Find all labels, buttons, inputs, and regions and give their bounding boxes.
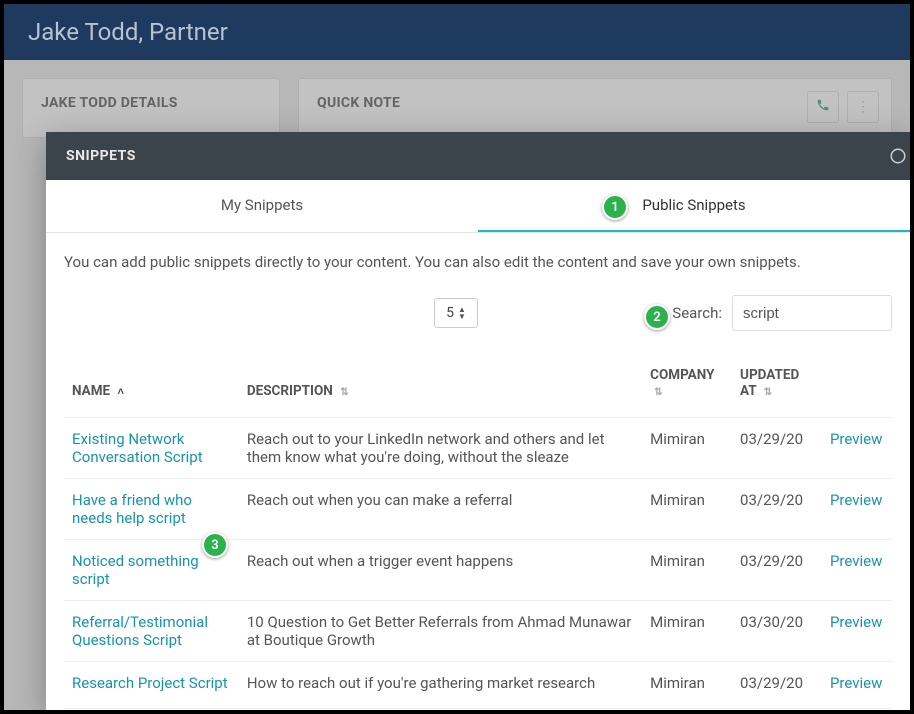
snippet-name-link[interactable]: Referral/Testimonial Questions Script (72, 613, 208, 649)
snippet-updated: 03/29/20 (732, 479, 822, 540)
page-size-select[interactable]: 5 ▲▼ (434, 298, 478, 328)
col-updated[interactable]: UPDATED AT ⇅ (732, 359, 822, 418)
snippet-company: Mimiran (642, 418, 732, 479)
annotation-badge-2: 2 (644, 304, 670, 330)
sort-icon: ⇅ (654, 389, 662, 397)
col-name[interactable]: NAME ˄ (64, 359, 239, 418)
table-row: Noticed something script Reach out when a… (64, 540, 892, 601)
table-row: Referral/Testimonial Questions Script 10 … (64, 601, 892, 662)
snippet-updated: 03/29/20 (732, 540, 822, 601)
table-controls: 5 ▲▼ Search: (64, 295, 892, 331)
snippets-table: NAME ˄ DESCRIPTION ⇅ COMPANY ⇅ UPDATED A… (64, 359, 892, 704)
close-icon (889, 147, 907, 165)
preview-link[interactable]: Preview (830, 430, 882, 448)
table-row: Research Project Script How to reach out … (64, 662, 892, 705)
tabs: My Snippets Public Snippets (46, 180, 910, 233)
snippet-updated: 03/30/20 (732, 601, 822, 662)
close-button[interactable] (886, 144, 910, 168)
modal-title: SNIPPETS (66, 148, 136, 164)
snippet-description: 10 Question to Get Better Referrals from… (239, 601, 642, 662)
snippet-name-link[interactable]: Have a friend who needs help script (72, 491, 192, 527)
preview-link[interactable]: Preview (830, 613, 882, 631)
col-description[interactable]: DESCRIPTION ⇅ (239, 359, 642, 418)
table-footer: Showing 1-5 of 7 (filtered from 20 total… (64, 708, 892, 710)
table-header-row: NAME ˄ DESCRIPTION ⇅ COMPANY ⇅ UPDATED A… (64, 359, 892, 418)
page-size-value: 5 (446, 305, 454, 321)
preview-link[interactable]: Preview (830, 552, 882, 570)
snippet-company: Mimiran (642, 601, 732, 662)
snippet-name-link[interactable]: Noticed something script (72, 552, 199, 588)
page-header: Jake Todd, Partner (4, 4, 910, 60)
snippet-updated: 03/29/20 (732, 662, 822, 705)
stepper-icon: ▲▼ (458, 306, 466, 320)
snippets-modal: SNIPPETS My Snippets Public Snippets You… (46, 132, 910, 710)
snippet-company: Mimiran (642, 662, 732, 705)
annotation-badge-1: 1 (602, 194, 628, 220)
modal-header: SNIPPETS (46, 132, 910, 180)
table-row: Existing Network Conversation Script Reac… (64, 418, 892, 479)
snippet-name-link[interactable]: Existing Network Conversation Script (72, 430, 203, 466)
snippet-updated: 03/29/20 (732, 418, 822, 479)
preview-link[interactable]: Preview (830, 674, 882, 692)
snippet-description: Reach out when a trigger event happens (239, 540, 642, 601)
col-action (822, 359, 892, 418)
search-label: Search: (672, 304, 722, 322)
annotation-badge-3: 3 (202, 532, 228, 558)
page-title: Jake Todd, Partner (28, 18, 228, 46)
snippet-description: Reach out when you can make a referral (239, 479, 642, 540)
snippet-description: How to reach out if you're gathering mar… (239, 662, 642, 705)
sort-icon: ⇅ (340, 389, 348, 397)
snippet-description: Reach out to your LinkedIn network and o… (239, 418, 642, 479)
help-text: You can add public snippets directly to … (64, 253, 892, 271)
sort-icon: ⇅ (764, 389, 772, 397)
tab-public-snippets[interactable]: Public Snippets (478, 180, 910, 232)
col-company[interactable]: COMPANY ⇅ (642, 359, 732, 418)
snippet-company: Mimiran (642, 479, 732, 540)
snippet-company: Mimiran (642, 540, 732, 601)
snippet-name-link[interactable]: Research Project Script (72, 674, 228, 692)
preview-link[interactable]: Preview (830, 491, 882, 509)
table-row: Have a friend who needs help script Reach… (64, 479, 892, 540)
sort-asc-icon: ˄ (118, 388, 124, 396)
search-input[interactable] (732, 295, 892, 331)
tab-my-snippets[interactable]: My Snippets (46, 180, 478, 232)
